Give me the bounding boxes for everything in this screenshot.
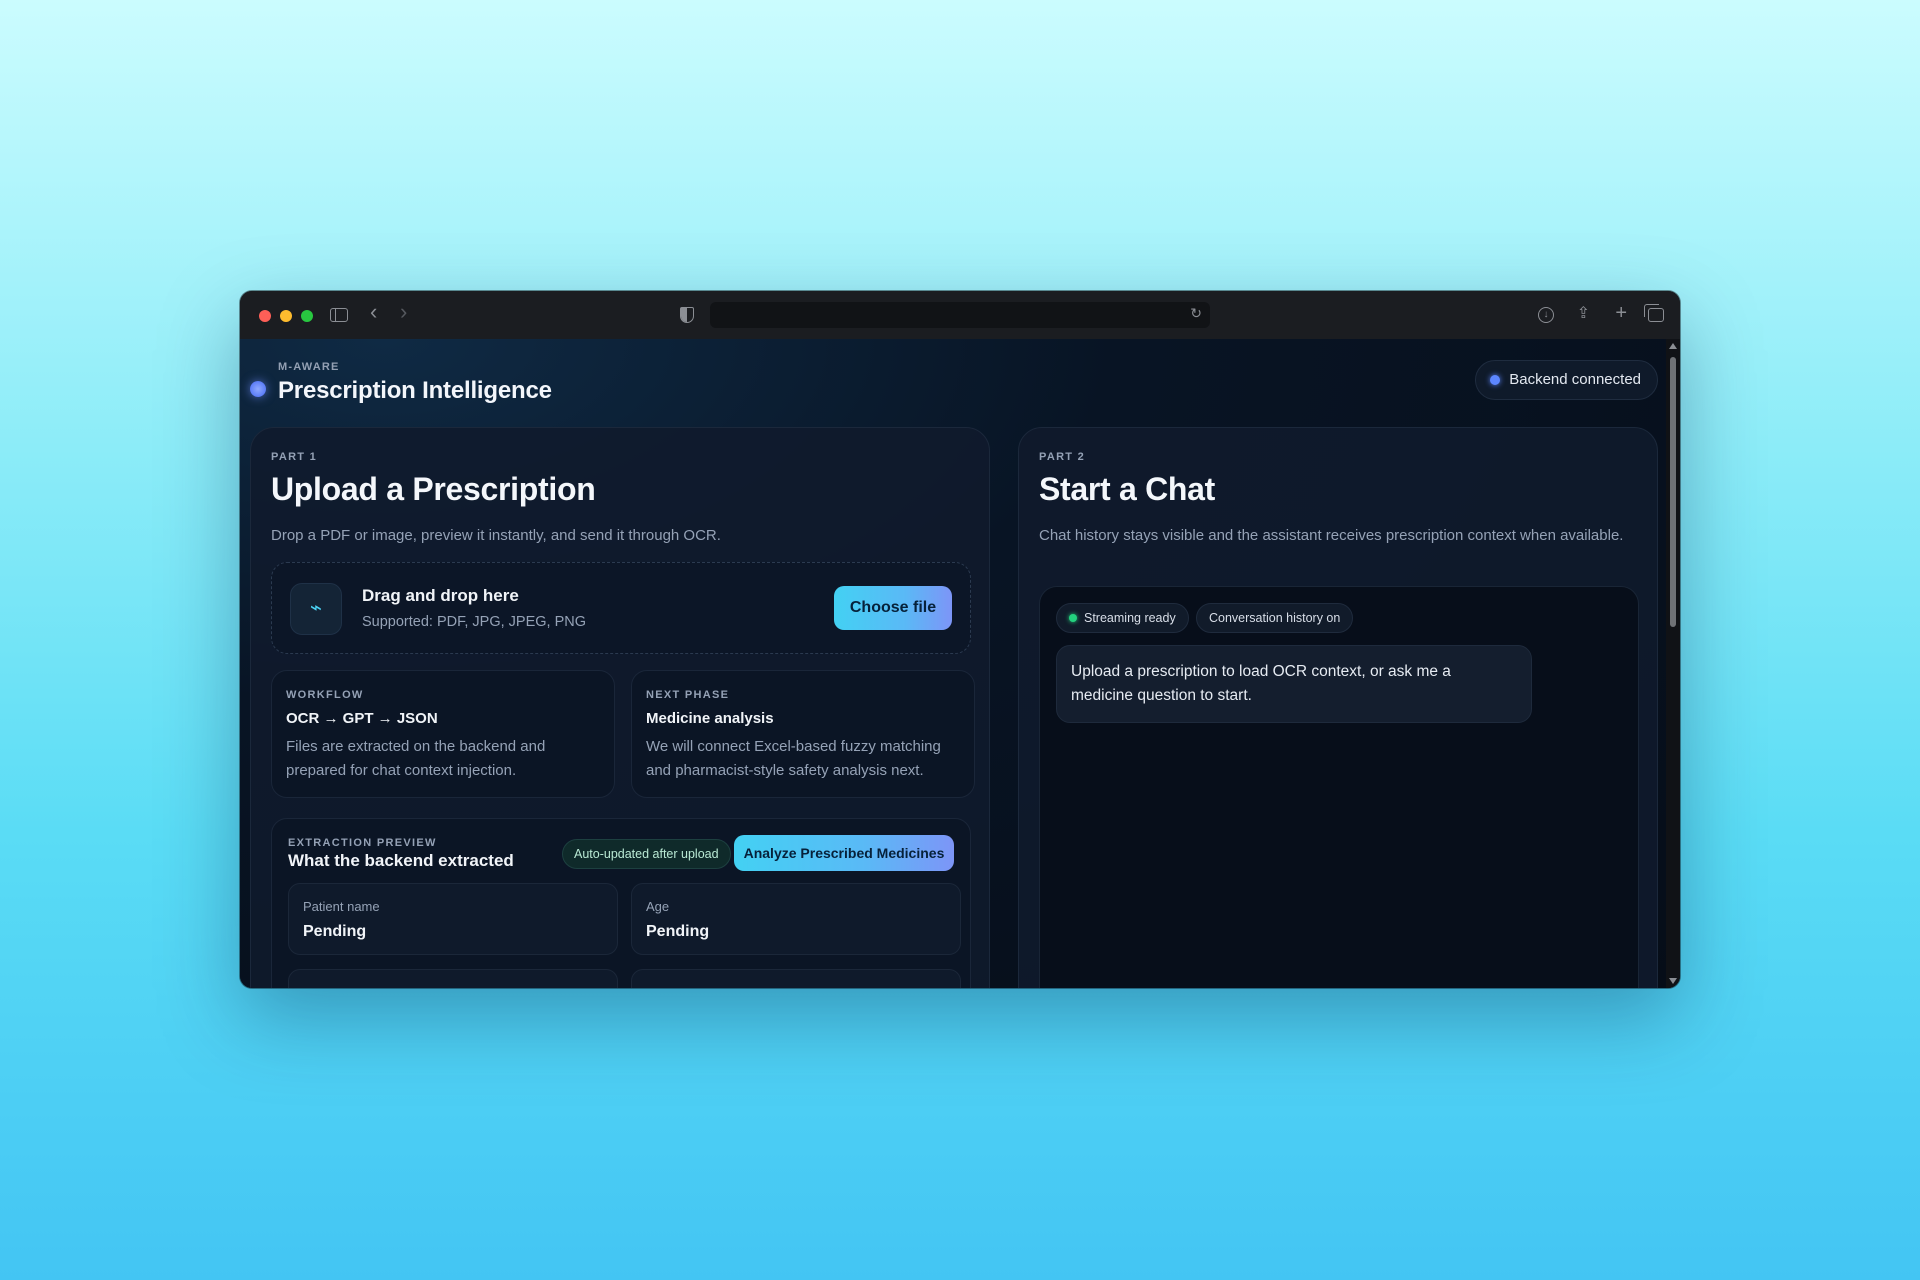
assistant-message: Upload a prescription to load OCR contex…	[1056, 645, 1532, 723]
field-value: Pending	[646, 923, 710, 940]
workflow-title: OCR → GPT → JSON	[286, 710, 438, 727]
page-scrollbar[interactable]	[1666, 339, 1680, 988]
auto-update-badge: Auto-updated after upload	[562, 839, 731, 869]
window-controls	[259, 310, 313, 322]
workflow-body: Files are extracted on the backend and p…	[286, 738, 546, 779]
brand-logo-icon	[250, 381, 266, 397]
field-label: Age	[646, 899, 670, 914]
streaming-status-chip: Streaming ready	[1056, 603, 1189, 633]
page-viewport: M-AWARE Prescription Intelligence Backen…	[240, 339, 1680, 988]
file-dropzone[interactable]: ⌁ Drag and drop here Supported: PDF, JPG…	[271, 562, 971, 654]
chat-panel-subtitle: Chat history stays visible and the assis…	[1039, 527, 1624, 544]
minimize-window-button[interactable]	[280, 310, 292, 322]
zoom-window-button[interactable]	[301, 310, 313, 322]
backend-status-badge: Backend connected	[1475, 360, 1658, 400]
field-label: Patient name	[303, 899, 380, 914]
extraction-kicker: EXTRACTION PREVIEW	[288, 837, 437, 849]
patient-name-field: Patient name Pending	[288, 883, 618, 955]
workflow-kicker: WORKFLOW	[286, 689, 364, 701]
brand-kicker: M-AWARE	[278, 361, 340, 373]
streaming-status-text: Streaming ready	[1084, 611, 1176, 625]
share-icon[interactable]: ⇪	[1577, 304, 1590, 324]
back-arrow-icon[interactable]: ‹	[370, 301, 377, 323]
analyze-medicines-button[interactable]: Analyze Prescribed Medicines	[734, 835, 954, 871]
browser-window: ‹ › ↻ ↓ ⇪ + M-AWARE Prescription Intelli…	[240, 291, 1680, 988]
status-dot-icon	[1490, 375, 1501, 385]
upload-panel: PART 1 Upload a Prescription Drop a PDF …	[250, 427, 990, 988]
extraction-title: What the backend extracted	[288, 851, 514, 870]
upload-icon: ⌁	[290, 583, 342, 635]
next-phase-body: We will connect Excel-based fuzzy matchi…	[646, 738, 941, 779]
age-field: Age Pending	[631, 883, 961, 955]
dropzone-supported-formats: Supported: PDF, JPG, JPEG, PNG	[362, 614, 587, 630]
sidebar-toggle-icon[interactable]	[330, 308, 348, 322]
chat-panel: PART 2 Start a Chat Chat history stays v…	[1018, 427, 1658, 988]
workflow-card: WORKFLOW OCR → GPT → JSON Files are extr…	[271, 670, 615, 798]
ready-dot-icon	[1069, 614, 1077, 622]
next-phase-title: Medicine analysis	[646, 710, 774, 727]
tab-overview-icon[interactable]	[1644, 304, 1664, 322]
chat-thread[interactable]: Streaming ready Conversation history on …	[1039, 586, 1639, 988]
chat-panel-title: Start a Chat	[1039, 471, 1215, 507]
reload-icon[interactable]: ↻	[1190, 305, 1202, 322]
history-status-chip: Conversation history on	[1196, 603, 1354, 633]
dropzone-title: Drag and drop here	[362, 586, 519, 605]
extracted-field	[631, 969, 961, 988]
backend-status-text: Backend connected	[1509, 371, 1641, 388]
app-title: Prescription Intelligence	[278, 377, 552, 404]
scroll-down-arrow-icon[interactable]	[1669, 978, 1677, 984]
browser-toolbar: ‹ › ↻ ↓ ⇪ +	[240, 291, 1680, 339]
upload-panel-title: Upload a Prescription	[271, 471, 596, 507]
close-window-button[interactable]	[259, 310, 271, 322]
downloads-icon[interactable]: ↓	[1538, 307, 1554, 323]
chat-panel-kicker: PART 2	[1039, 451, 1086, 463]
scrollbar-thumb[interactable]	[1670, 357, 1676, 627]
upload-panel-subtitle: Drop a PDF or image, preview it instantl…	[271, 527, 721, 544]
address-bar[interactable]: ↻	[710, 302, 1210, 328]
scroll-up-arrow-icon[interactable]	[1669, 343, 1677, 349]
forward-arrow-icon[interactable]: ›	[400, 301, 407, 323]
field-value: Pending	[303, 923, 367, 940]
new-tab-icon[interactable]: +	[1615, 303, 1627, 323]
extraction-preview-card: EXTRACTION PREVIEW What the backend extr…	[271, 818, 971, 988]
choose-file-button[interactable]: Choose file	[834, 586, 952, 630]
privacy-shield-icon[interactable]	[680, 307, 694, 323]
next-phase-kicker: NEXT PHASE	[646, 689, 730, 701]
upload-panel-kicker: PART 1	[271, 451, 318, 463]
extracted-field	[288, 969, 618, 988]
next-phase-card: NEXT PHASE Medicine analysis We will con…	[631, 670, 975, 798]
